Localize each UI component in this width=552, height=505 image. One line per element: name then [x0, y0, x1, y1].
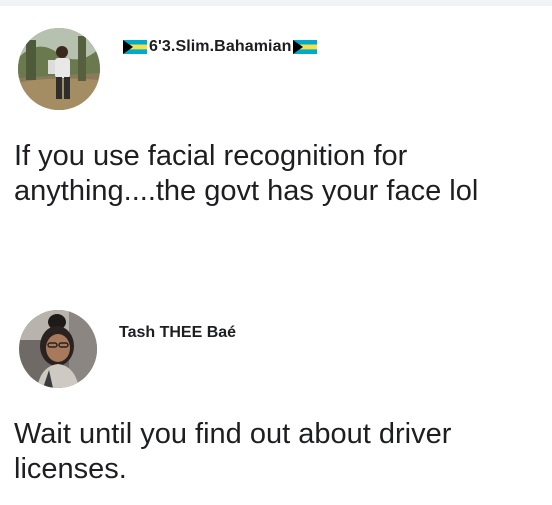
- author-name-text: Tash THEE Baé: [119, 324, 237, 341]
- author-name[interactable]: Tash THEE Baé: [119, 324, 236, 342]
- avatar[interactable]: [18, 28, 100, 110]
- post-text: If you use facial recognition for anythi…: [14, 140, 479, 207]
- bahamas-flag-icon: [123, 40, 147, 54]
- avatar[interactable]: [19, 310, 97, 388]
- post-text: Wait until you find out about driver lic…: [14, 418, 452, 485]
- bahamas-flag-icon: [293, 40, 318, 54]
- author-name[interactable]: 6'3.Slim.Bahamian: [123, 38, 318, 56]
- author-name-text: 6'3.Slim.Bahamian: [149, 38, 292, 55]
- profile-photo: [18, 28, 100, 110]
- top-divider: [0, 0, 552, 6]
- profile-photo: [19, 310, 97, 388]
